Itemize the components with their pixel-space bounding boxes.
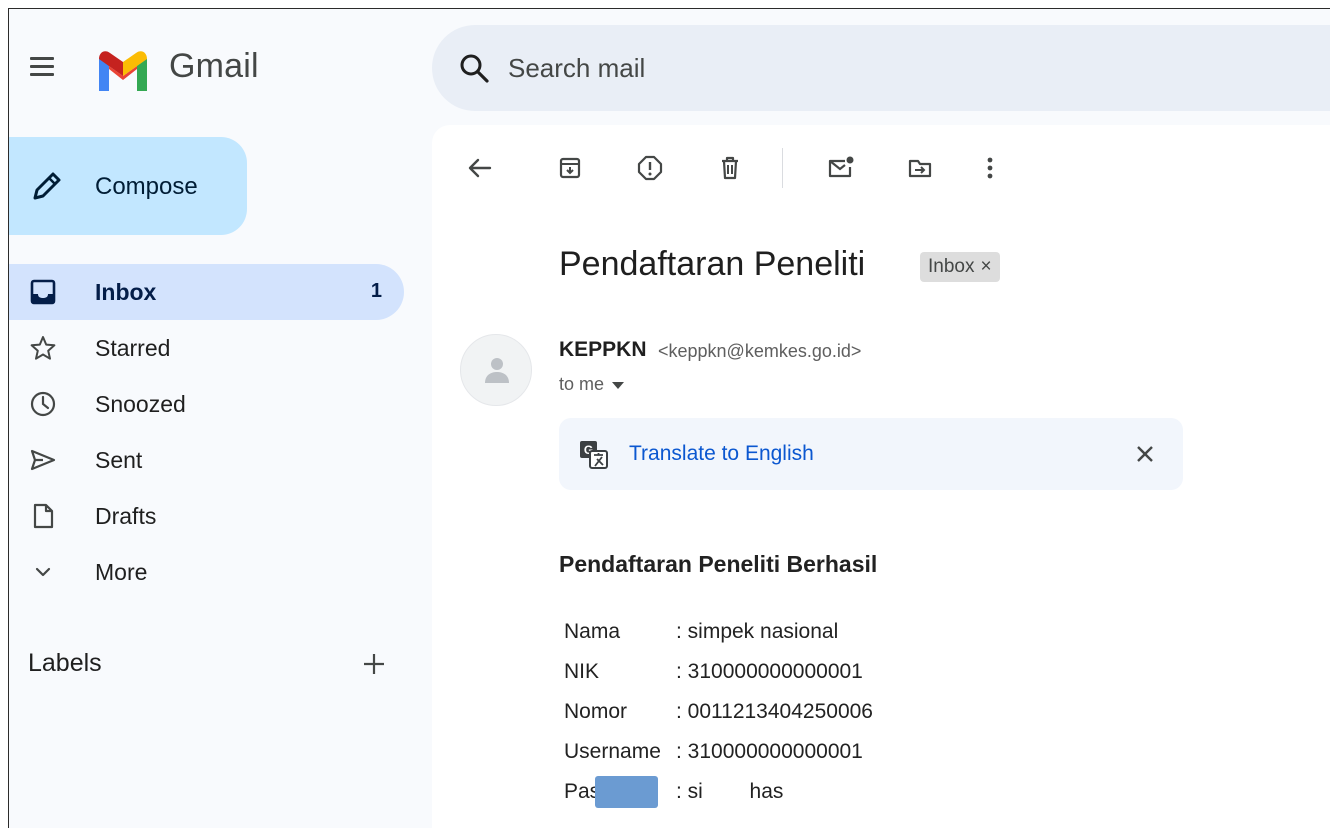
recipient-details-toggle[interactable]: to me bbox=[559, 374, 625, 395]
sidebar-item-sent[interactable]: Sent bbox=[9, 432, 404, 488]
field-key: Username bbox=[564, 740, 661, 763]
move-to-icon[interactable] bbox=[902, 150, 938, 186]
sender-name[interactable]: KEPPKN bbox=[559, 338, 647, 362]
email-subject: Pendaftaran Peneliti bbox=[559, 245, 866, 283]
labels-heading: Labels bbox=[28, 649, 102, 677]
sidebar-item-label: More bbox=[95, 559, 148, 585]
sidebar-item-drafts[interactable]: Drafts bbox=[9, 488, 404, 544]
search-icon[interactable] bbox=[458, 52, 490, 84]
compose-button[interactable]: Compose bbox=[9, 137, 247, 235]
gmail-logo-icon[interactable] bbox=[95, 49, 151, 91]
back-arrow-icon[interactable] bbox=[462, 150, 498, 186]
gmail-window: Gmail Compose Inbox 1 Starred bbox=[8, 8, 1330, 828]
sidebar-item-label: Inbox bbox=[95, 279, 157, 305]
unread-count-badge: 1 bbox=[370, 280, 382, 302]
email-body-heading: Pendaftaran Peneliti Berhasil bbox=[559, 551, 878, 577]
email-view: Pendaftaran Peneliti Inbox × KEPPKN <kepp… bbox=[432, 125, 1330, 828]
field-value: : 310000000000001 bbox=[676, 660, 863, 683]
sidebar-item-snoozed[interactable]: Snoozed bbox=[9, 376, 404, 432]
delete-icon[interactable] bbox=[712, 150, 748, 186]
sender-avatar[interactable] bbox=[460, 334, 532, 406]
star-icon bbox=[30, 336, 56, 360]
field-key: Nomor bbox=[564, 700, 628, 723]
recipient-text: to me bbox=[559, 374, 605, 394]
google-translate-icon: G bbox=[580, 441, 608, 469]
translate-link[interactable]: Translate to English bbox=[629, 442, 814, 466]
field-value: : 0011213404250006 bbox=[676, 700, 873, 723]
field-key: Nama bbox=[564, 620, 621, 643]
field-value: : simpek nasional bbox=[676, 620, 839, 643]
sidebar-item-starred[interactable]: Starred bbox=[9, 320, 404, 376]
mark-unread-icon[interactable] bbox=[822, 150, 858, 186]
more-vert-icon[interactable] bbox=[972, 150, 1008, 186]
field-key: NIK bbox=[564, 660, 600, 683]
caret-down-icon bbox=[612, 381, 625, 389]
remove-label-icon[interactable]: × bbox=[980, 256, 991, 277]
sidebar-item-label: Sent bbox=[95, 447, 143, 473]
sidebar-item-more[interactable]: More bbox=[9, 544, 404, 600]
chevron-down-icon bbox=[35, 567, 51, 577]
inbox-icon bbox=[30, 279, 56, 305]
label-chip-text: Inbox bbox=[928, 256, 975, 277]
gmail-wordmark: Gmail bbox=[169, 47, 259, 85]
sender-email: <keppkn@kemkes.go.id> bbox=[658, 341, 862, 361]
sidebar-item-label: Starred bbox=[95, 335, 171, 361]
pencil-icon bbox=[33, 172, 61, 200]
hamburger-menu-icon[interactable] bbox=[30, 57, 58, 79]
archive-icon[interactable] bbox=[552, 150, 588, 186]
search-bar[interactable] bbox=[432, 25, 1330, 111]
translate-bar: G Translate to English bbox=[559, 418, 1183, 490]
clock-icon bbox=[30, 391, 56, 417]
sidebar-item-label: Snoozed bbox=[95, 391, 186, 417]
sidebar-item-label: Drafts bbox=[95, 503, 157, 529]
field-value: : si has bbox=[676, 780, 784, 803]
plus-icon[interactable] bbox=[359, 649, 389, 679]
sidebar-item-inbox[interactable]: Inbox 1 bbox=[9, 264, 404, 320]
field-value: : 310000000000001 bbox=[676, 740, 863, 763]
toolbar-divider bbox=[782, 148, 783, 188]
redaction-box bbox=[595, 776, 658, 808]
draft-icon bbox=[33, 503, 54, 529]
send-icon bbox=[30, 449, 56, 471]
close-icon[interactable] bbox=[1131, 440, 1159, 468]
report-spam-icon[interactable] bbox=[632, 150, 668, 186]
compose-label: Compose bbox=[95, 173, 198, 200]
search-input[interactable] bbox=[508, 47, 1208, 89]
person-icon bbox=[485, 358, 509, 383]
inbox-label-chip[interactable]: Inbox × bbox=[920, 252, 1000, 282]
